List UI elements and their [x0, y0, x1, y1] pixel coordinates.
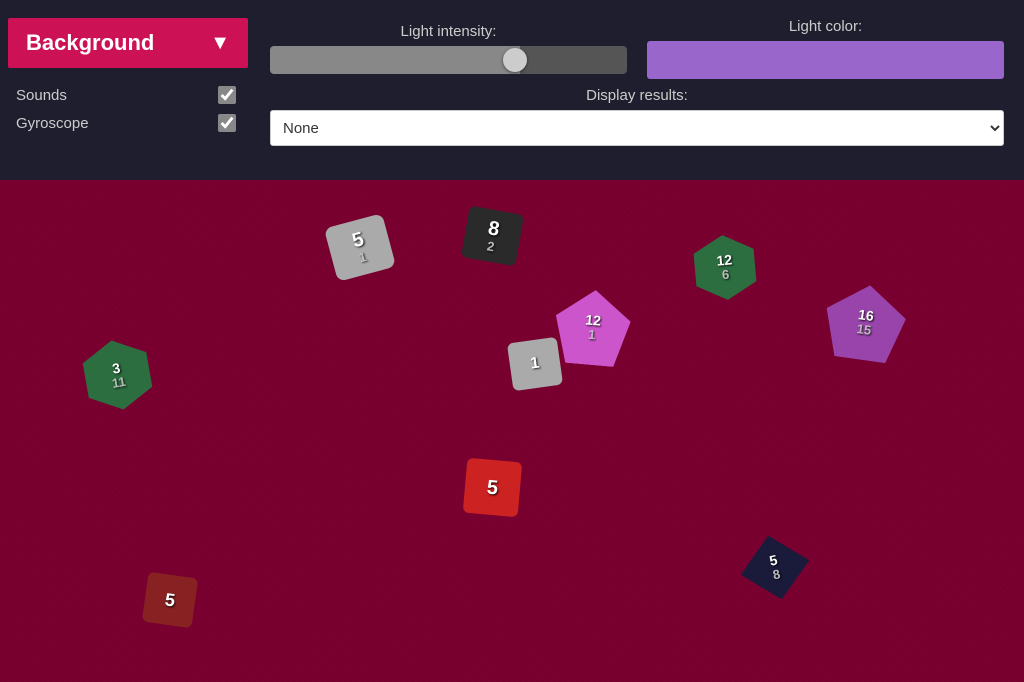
die-face-number: 5	[164, 590, 176, 609]
die-content: 12 6	[687, 232, 762, 303]
die-d6-darkred[interactable]: 5	[142, 572, 198, 628]
die-d6-red[interactable]: 5	[463, 458, 523, 518]
die-content: 1	[507, 337, 563, 391]
die-face-number: 12	[585, 312, 602, 327]
display-results-section: Display results: None Sum Individual Sum…	[270, 87, 1004, 146]
control-bar: Background ▼ Sounds Gyroscope Light inte…	[0, 0, 1024, 180]
color-label: Light color:	[789, 18, 862, 35]
die-face-sub: 1	[357, 249, 368, 265]
background-button[interactable]: Background ▼	[8, 18, 248, 68]
die-face-number: 5	[486, 477, 499, 498]
die-content: 5	[142, 572, 198, 628]
die-face-sub: 15	[856, 321, 872, 338]
die-content: 5	[463, 458, 523, 518]
die-content: 5 1	[324, 213, 396, 282]
intensity-slider[interactable]	[270, 46, 627, 74]
left-panel: Background ▼ Sounds Gyroscope	[0, 10, 260, 170]
color-section: Light color:	[647, 18, 1004, 79]
die-content: 12 1	[552, 287, 633, 368]
intensity-label: Light intensity:	[401, 23, 497, 40]
die-face-number: 8	[487, 218, 501, 240]
die-face-sub: 8	[771, 566, 781, 582]
die-face-number: 12	[716, 252, 733, 267]
sounds-checkbox[interactable]	[218, 86, 236, 104]
die-face-sub: 6	[721, 267, 730, 283]
display-results-select[interactable]: None Sum Individual Sum + Individual	[270, 110, 1004, 146]
die-face-sub: 2	[486, 238, 496, 254]
die-face-number: 1	[529, 355, 540, 372]
canvas-area[interactable]: 5 1 8 2 12 6 12 1 1 16 15	[0, 180, 1024, 682]
die-face-sub: 11	[111, 373, 127, 390]
die-content: 8 2	[461, 206, 524, 267]
sounds-row: Sounds	[16, 86, 236, 104]
background-button-label: Background	[26, 30, 154, 56]
color-display[interactable]	[647, 41, 1004, 79]
die-d20-dark-purple[interactable]: 16 15	[820, 280, 910, 365]
die-d6-gray[interactable]: 5 1	[324, 213, 396, 282]
right-panel: Light intensity: Light color: Display re…	[260, 10, 1024, 154]
die-content: 3 11	[74, 334, 160, 416]
die-d20-purple[interactable]: 12 1	[552, 287, 633, 368]
gyroscope-row: Gyroscope	[16, 114, 236, 132]
die-d6-black[interactable]: 8 2	[461, 206, 524, 267]
gyroscope-label: Gyroscope	[16, 115, 89, 132]
gyroscope-checkbox[interactable]	[218, 114, 236, 132]
intensity-section: Light intensity:	[270, 23, 627, 74]
die-d12-green-top[interactable]: 12 6	[687, 232, 762, 303]
top-controls: Light intensity: Light color:	[270, 18, 1004, 79]
die-d6-gray-2[interactable]: 1	[507, 337, 563, 391]
checkboxes-panel: Sounds Gyroscope	[0, 76, 260, 142]
display-results-label: Display results:	[586, 87, 688, 104]
chevron-down-icon: ▼	[210, 32, 230, 55]
die-d8-dark[interactable]: 5 8	[734, 528, 816, 606]
die-d12-green-left[interactable]: 3 11	[74, 334, 160, 416]
die-face-number: 3	[111, 360, 121, 375]
sounds-label: Sounds	[16, 87, 67, 104]
die-face-sub: 1	[588, 327, 597, 343]
die-content: 5 8	[734, 528, 816, 606]
die-content: 16 15	[820, 280, 910, 365]
